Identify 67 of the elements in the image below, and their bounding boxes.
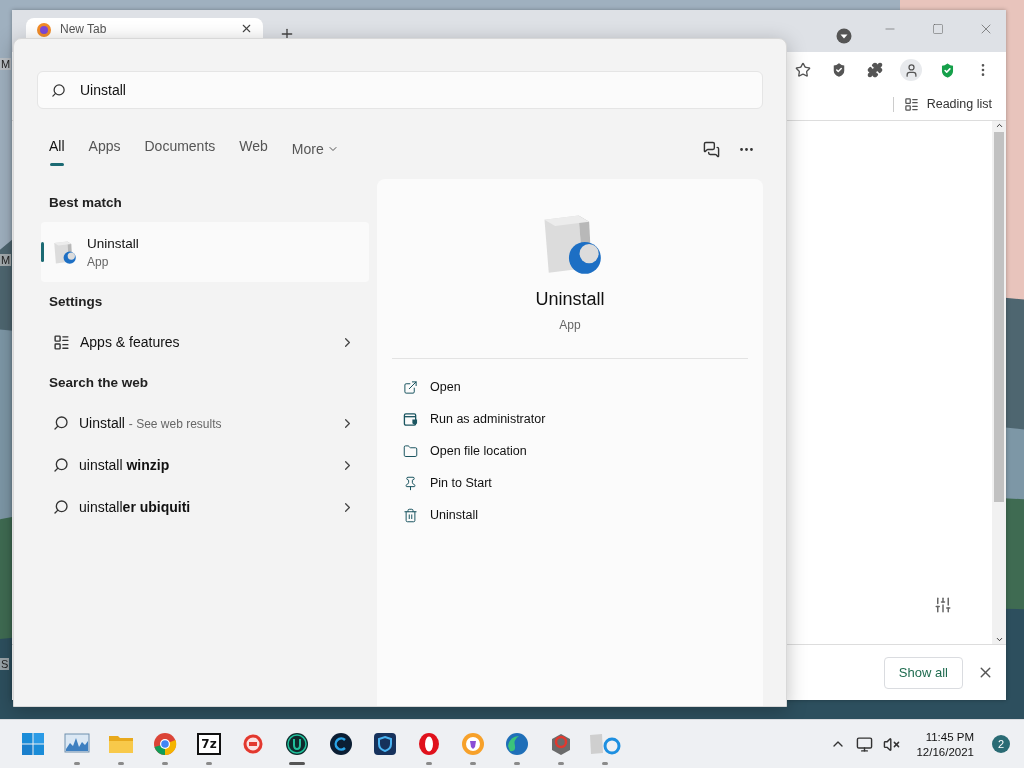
app-type: App	[559, 318, 581, 332]
browser-logo-icon	[36, 22, 52, 38]
network-icon[interactable]	[856, 735, 874, 753]
folder-icon	[108, 733, 134, 755]
external-link-icon	[403, 379, 418, 395]
show-all-button[interactable]: Show all	[883, 656, 963, 689]
pin-icon	[403, 475, 418, 491]
filter-tab[interactable]: Web	[239, 132, 268, 166]
c-circle-icon	[329, 732, 353, 756]
window-shield-icon	[403, 411, 418, 427]
app-name: Uninstall	[535, 289, 605, 310]
scrollbar[interactable]	[992, 121, 1006, 644]
search-field[interactable]: Uinstall	[37, 71, 763, 109]
web-result[interactable]: uinstaller ubiquiti	[41, 486, 355, 528]
chat-bubbles-icon[interactable]	[703, 140, 720, 158]
action-item[interactable]: Open file location	[403, 435, 763, 467]
section-heading: Settings	[48, 293, 104, 311]
notification-badge[interactable]: 2	[992, 735, 1010, 753]
muted-speaker-icon[interactable]	[883, 735, 901, 753]
archive-app-icon: 7z	[197, 733, 221, 755]
folder-icon	[403, 443, 418, 459]
tab-title: New Tab	[60, 22, 108, 36]
search-icon	[53, 499, 69, 515]
web-result[interactable]: uinstall winzip	[41, 444, 355, 486]
trash-icon	[403, 507, 418, 523]
opera-logo-icon	[417, 732, 441, 756]
list-icon	[53, 333, 70, 351]
filter-tab[interactable]: All	[49, 132, 65, 166]
box-ring-icon	[549, 732, 573, 756]
list-icon	[903, 96, 919, 112]
section-heading: Best match	[48, 194, 123, 212]
more-menu[interactable]: More	[291, 141, 339, 157]
ring-icon	[241, 732, 265, 756]
lion-shield-icon	[461, 732, 485, 756]
desktop-icon-label: S	[0, 658, 10, 670]
best-match-item[interactable]: Uninstall App	[41, 222, 369, 282]
box-icon	[51, 239, 77, 265]
filter-tab[interactable]: Apps	[88, 132, 121, 166]
action-item[interactable]: Uninstall	[403, 499, 763, 531]
windows-logo-icon	[21, 732, 45, 756]
u-circle-icon	[285, 732, 309, 756]
scroll-down-icon[interactable]	[994, 635, 1004, 644]
section-heading: Search the web	[48, 374, 150, 392]
search-icon	[53, 457, 69, 473]
scroll-up-icon[interactable]	[994, 121, 1004, 130]
settings-result[interactable]: Apps & features	[41, 321, 355, 363]
web-result[interactable]: Uinstall - See web results	[41, 402, 355, 444]
taskbar-app[interactable]: 7z	[187, 722, 231, 766]
action-item[interactable]: Run as administrator	[403, 403, 763, 435]
reading-list-button[interactable]: Reading list	[892, 96, 992, 112]
box-icon	[588, 732, 622, 756]
search-icon	[51, 83, 66, 98]
clock[interactable]: 11:45 PM 12/16/2021	[916, 730, 974, 758]
chrome-logo-icon	[153, 732, 177, 756]
swirl-logo-icon	[505, 732, 529, 756]
activity-chart-icon	[64, 733, 90, 755]
desktop-icon-label: M	[0, 254, 12, 266]
filter-tab[interactable]: Documents	[144, 132, 216, 166]
profile-icon[interactable]	[900, 59, 922, 81]
dropdown-circle-icon[interactable]	[836, 28, 852, 44]
desktop-icon-label: M	[0, 58, 12, 70]
close-icon[interactable]	[240, 22, 253, 35]
action-item[interactable]: Pin to Start	[403, 467, 763, 499]
sliders-icon[interactable]	[934, 596, 952, 614]
search-icon	[53, 415, 69, 431]
action-item[interactable]: Open	[403, 371, 763, 403]
shield-icon	[373, 732, 397, 756]
